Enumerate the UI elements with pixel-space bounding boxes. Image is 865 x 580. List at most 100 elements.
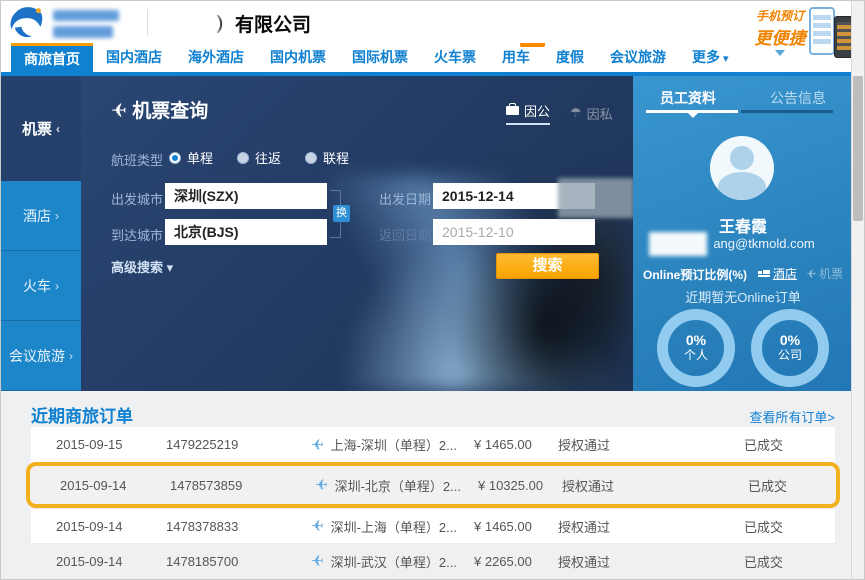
search-title-text: 机票查询 xyxy=(132,101,208,122)
main-nav: 商旅首页国内酒店海外酒店国内机票国际机票火车票用车NEW度假会议旅游更多▾ xyxy=(1,43,851,76)
divider xyxy=(147,9,148,35)
flight-type-roundtrip[interactable]: 往返 xyxy=(237,148,281,167)
flight-type-oneway[interactable]: 单程 xyxy=(169,148,213,167)
nav-tab-train[interactable]: 火车票 xyxy=(421,43,489,72)
donut-personal: 0%个人 xyxy=(657,309,735,387)
chevron-right-icon: › xyxy=(55,279,59,293)
donut-percent: 0% xyxy=(686,333,706,348)
arrive-city-label: 到达城市 xyxy=(111,225,163,244)
site-header: ）有限公司 手机预订 更便捷 xyxy=(1,1,851,43)
nav-tab-mice[interactable]: 会议旅游 xyxy=(597,43,679,72)
profile-tabs: 员工资料公告信息 xyxy=(633,88,853,108)
return-date-input[interactable] xyxy=(433,219,595,245)
logo-subtext-blurred xyxy=(53,26,113,38)
nav-tab-label: 会议旅游 xyxy=(610,49,666,65)
active-tab-underline xyxy=(646,110,738,113)
ratio-toggle: 酒店 ✈ 机票 xyxy=(758,265,843,282)
mobile-promo[interactable]: 手机预订 更便捷 xyxy=(749,7,811,56)
depart-city-input[interactable] xyxy=(165,183,327,209)
route-text: 深圳-上海（单程）2... xyxy=(331,517,457,536)
advanced-search-toggle[interactable]: 高级搜索 ▾ xyxy=(111,257,173,276)
sidebar-item-label: 酒店 xyxy=(23,206,51,226)
order-price: ¥ 1465.00 xyxy=(474,437,558,452)
order-number: 1478185700 xyxy=(166,554,311,569)
nav-tab-car[interactable]: 用车NEW xyxy=(489,43,543,72)
deal-status: 已成交 xyxy=(744,435,835,454)
tab-notice[interactable]: 公告信息 xyxy=(743,88,853,108)
ratio-hotel-toggle[interactable]: 酒店 xyxy=(758,265,797,282)
order-number: 1478378833 xyxy=(166,519,311,534)
depart-date-label: 出发日期 xyxy=(379,189,431,208)
chevron-left-icon: ‹ xyxy=(56,122,60,136)
ctrip-logo[interactable] xyxy=(9,4,159,40)
purpose-private[interactable]: ☂ 因私 xyxy=(570,101,613,125)
avatar[interactable] xyxy=(710,136,774,200)
orders-table: 2015-09-151479225219✈上海-深圳（单程）2...¥ 1465… xyxy=(31,427,835,578)
employee-panel: 员工资料公告信息 王春霞 ang@tkmold.com Online预订比例(%… xyxy=(633,76,853,391)
sidebar-item-train[interactable]: 火车› xyxy=(1,251,81,321)
nav-tab-domestic-flight[interactable]: 国内机票 xyxy=(257,43,339,72)
chevron-right-icon: › xyxy=(69,349,73,363)
auth-status: 授权通过 xyxy=(558,435,744,454)
flight-type-label: 航班类型 xyxy=(111,150,163,169)
blur-patch xyxy=(558,178,633,218)
sidebar-item-hotel[interactable]: 酒店 › xyxy=(1,181,81,251)
scrollbar[interactable] xyxy=(851,1,864,579)
depart-city-label: 出发城市 xyxy=(111,189,163,208)
route-text: 深圳-北京（单程）2... xyxy=(335,476,461,495)
ratio-flight-toggle[interactable]: ✈ 机票 xyxy=(806,265,843,282)
deal-status: 已成交 xyxy=(748,476,831,495)
auth-status: 授权通过 xyxy=(562,476,748,495)
nav-tab-intl-flight[interactable]: 国际机票 xyxy=(339,43,421,72)
purpose-public[interactable]: 因公 xyxy=(506,101,550,125)
recent-orders-section: 近期商旅订单 查看所有订单> 2015-09-151479225219✈上海-深… xyxy=(1,391,851,579)
online-ratio-label: Online预订比例(%) xyxy=(643,266,747,283)
plane-icon: ✈ xyxy=(311,517,324,535)
order-date: 2015-09-15 xyxy=(31,437,166,452)
nav-tab-domestic-hotel[interactable]: 国内酒店 xyxy=(93,43,175,72)
deal-status: 已成交 xyxy=(744,517,835,536)
briefcase-icon xyxy=(506,106,519,115)
flight-type-multi[interactable]: 联程 xyxy=(305,148,349,167)
radio-icon[interactable] xyxy=(305,152,317,164)
chevron-right-icon: › xyxy=(55,209,59,223)
purpose-public-label: 因公 xyxy=(524,101,550,120)
company-name: ）有限公司 xyxy=(216,10,311,37)
order-price: ¥ 1465.00 xyxy=(474,519,558,534)
inactive-tab-underline xyxy=(741,110,833,113)
auth-status: 授权通过 xyxy=(558,552,744,571)
nav-tab-label: 国际机票 xyxy=(352,49,408,65)
order-date: 2015-09-14 xyxy=(35,478,170,493)
sidebar-item-flight[interactable]: 机票‹ xyxy=(1,76,81,181)
table-row[interactable]: 2015-09-141478573859✈深圳-北京（单程）2...¥ 1032… xyxy=(26,462,840,508)
order-route: ✈ 深圳-上海（单程）2... xyxy=(311,517,474,536)
plane-icon: ✈ xyxy=(111,100,127,123)
radio-icon[interactable] xyxy=(237,152,249,164)
nav-tab-vacation[interactable]: 度假 xyxy=(543,43,597,72)
flight-type-label: 往返 xyxy=(255,148,281,167)
table-row[interactable]: 2015-09-141478378833✈深圳-上海（单程）2...¥ 1465… xyxy=(31,508,835,543)
tab-employee[interactable]: 员工资料 xyxy=(633,88,743,108)
nav-tab-home[interactable]: 商旅首页 xyxy=(11,43,93,72)
order-number: 1478573859 xyxy=(170,478,315,493)
ratio-flight-label: 机票 xyxy=(819,265,843,282)
chevron-down-icon xyxy=(775,50,785,56)
nav-tab-more[interactable]: 更多▾ xyxy=(679,43,742,72)
hero-section: 机票‹酒店›火车›会议旅游› ✈ 机票查询 因公 ☂ 因私 航班类型 单程往返联… xyxy=(1,76,851,391)
nav-tab-overseas-hotel[interactable]: 海外酒店 xyxy=(175,43,257,72)
email-blur xyxy=(649,232,707,256)
view-all-orders-link[interactable]: 查看所有订单> xyxy=(749,407,835,426)
radio-icon[interactable] xyxy=(169,152,181,164)
nav-tab-label: 海外酒店 xyxy=(188,49,244,65)
route-text: 上海-深圳（单程）2... xyxy=(331,435,457,454)
route-text: 深圳-武汉（单程）2... xyxy=(331,552,457,571)
sidebar-item-mice[interactable]: 会议旅游› xyxy=(1,321,81,391)
search-button[interactable]: 搜索 xyxy=(496,253,599,279)
scrollbar-thumb[interactable] xyxy=(853,76,863,221)
mobile-app-graphic xyxy=(809,5,855,63)
table-row[interactable]: 2015-09-151479225219✈上海-深圳（单程）2...¥ 1465… xyxy=(31,427,835,462)
chevron-down-icon: ▾ xyxy=(723,53,729,65)
arrive-city-input[interactable] xyxy=(165,219,327,245)
swap-cities-button[interactable]: 换 xyxy=(333,205,350,222)
table-row[interactable]: 2015-09-141478185700✈深圳-武汉（单程）2...¥ 2265… xyxy=(31,543,835,578)
